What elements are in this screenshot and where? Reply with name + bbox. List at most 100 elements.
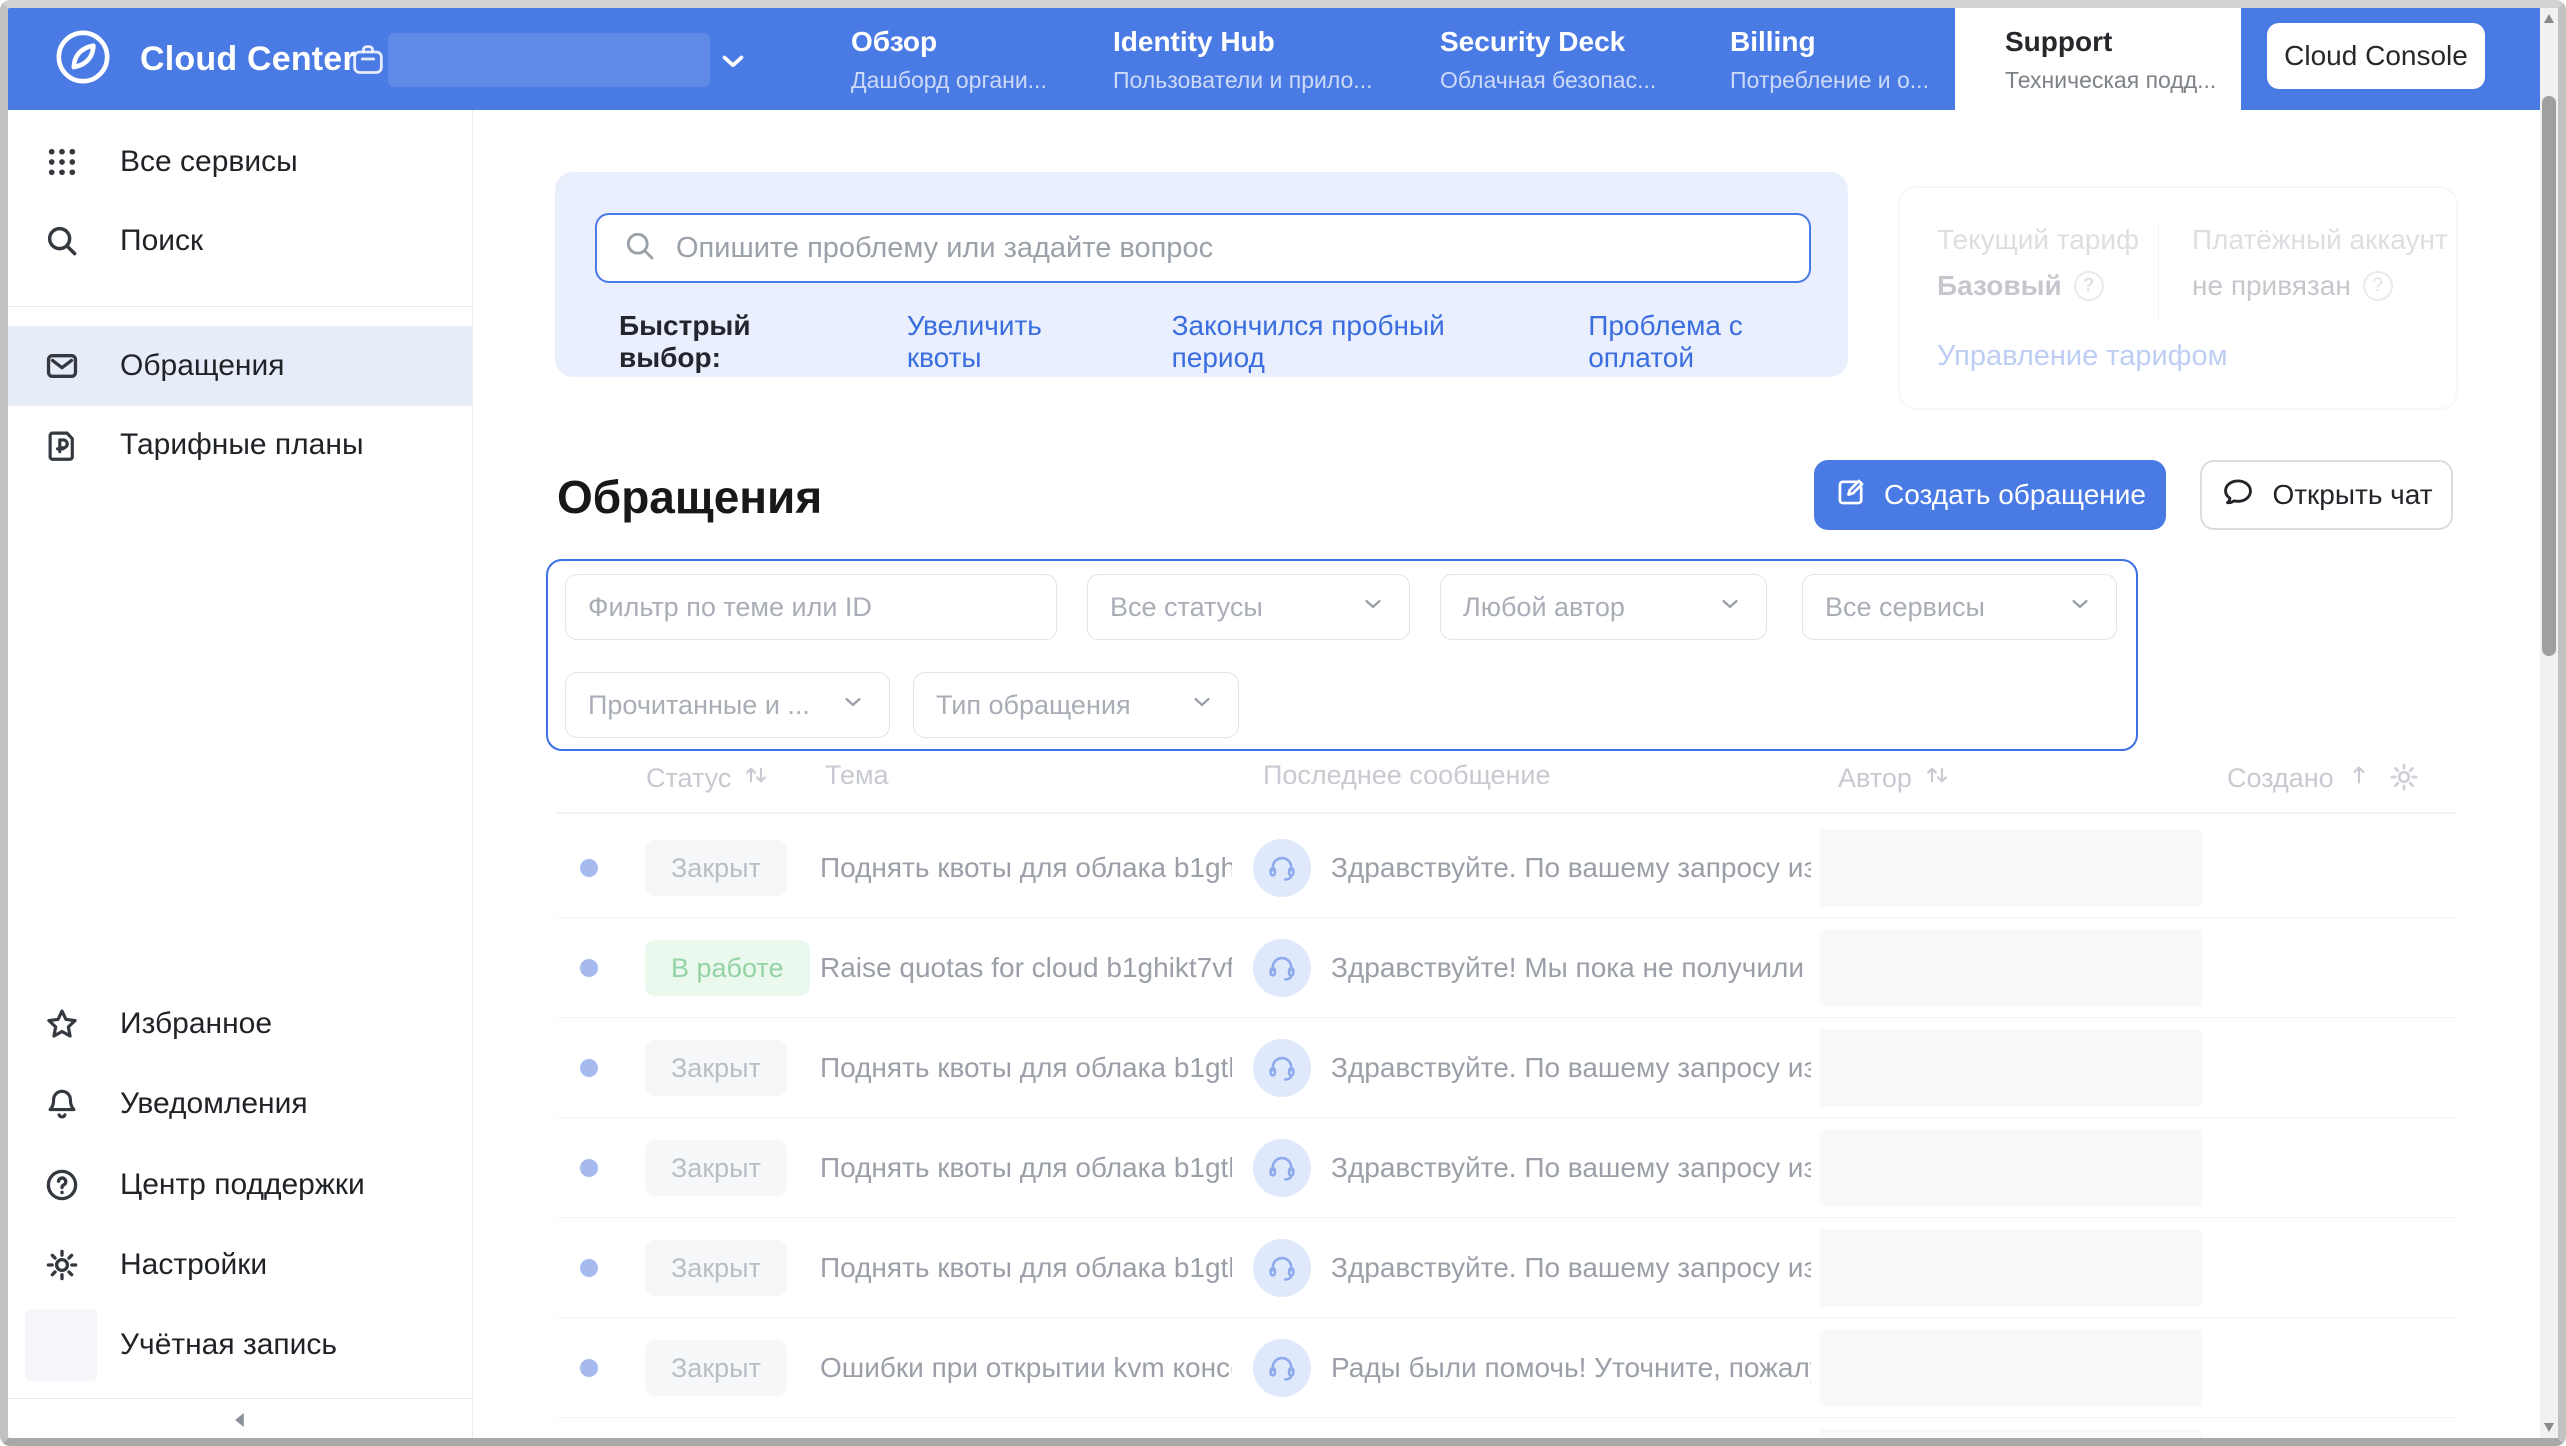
quick-choice-label: Быстрый выбор: [619, 310, 853, 374]
author-redacted-block [1820, 929, 2203, 1007]
filter-topic-input[interactable] [588, 592, 1034, 623]
cloud-logo-icon [54, 28, 112, 91]
sort-icon[interactable] [1922, 760, 1952, 797]
table-row[interactable]: Закрыт Ошибки при открытии kvm консол Ра… [473, 1318, 2540, 1418]
support-headset-avatar [1253, 1139, 1311, 1197]
sidebar-item-all-services[interactable]: Все сервисы [8, 122, 472, 202]
sidebar-item-favorites[interactable]: Избранное [8, 984, 472, 1064]
cloud-center-window: Cloud Center Обзор Дашборд органи... Ide… [0, 0, 2566, 1446]
chevron-down-icon [1359, 590, 1387, 625]
chevron-down-icon[interactable] [716, 44, 750, 83]
filter-type-select[interactable]: Тип обращения [913, 672, 1239, 738]
brand[interactable]: Cloud Center [54, 29, 356, 89]
ticket-last-message: Рады были помочь! Уточните, пожалуй [1331, 1352, 1811, 1384]
help-circle-icon[interactable]: ? [2363, 271, 2393, 301]
table-row[interactable] [473, 1418, 2540, 1438]
status-badge: В работе [645, 940, 810, 996]
filter-status-select[interactable]: Все статусы [1087, 574, 1410, 640]
table-row[interactable]: Закрыт Поднять квоты для облака b1gtl2k … [473, 1018, 2540, 1118]
mail-icon [42, 347, 82, 385]
sidebar-item-tariff-plans[interactable]: Тарифные планы [8, 405, 472, 485]
tickets-rows: Закрыт Поднять квоты для облака b1ghikt … [473, 818, 2540, 1438]
column-last-message[interactable]: Последнее сообщение [1263, 760, 1551, 791]
scroll-down-arrow-icon[interactable] [2544, 1423, 2554, 1432]
sidebar-divider-bottom [8, 1398, 472, 1399]
table-header-divider [557, 812, 2457, 814]
ticket-topic: Поднять квоты для облака b1gtl2k [820, 1252, 1232, 1284]
search-icon [622, 228, 658, 269]
ticket-last-message: Здравствуйте. По вашему запросу изме [1331, 1152, 1811, 1184]
search-icon [42, 222, 82, 260]
ticket-last-message: Здравствуйте. По вашему запросу изме [1331, 1252, 1811, 1284]
tab-support-active[interactable]: Support Техническая подд... [1955, 8, 2241, 110]
column-status[interactable]: Статус [646, 760, 771, 797]
ticket-topic: Ошибки при открытии kvm консол [820, 1352, 1232, 1384]
support-headset-avatar [1253, 1239, 1311, 1297]
cloud-console-button[interactable]: Cloud Console [2267, 23, 2485, 89]
vertical-scrollbar[interactable] [2540, 8, 2558, 1438]
sidebar-item-support-center[interactable]: Центр поддержки [8, 1145, 472, 1225]
sidebar-item-tickets[interactable]: Обращения [8, 326, 472, 406]
chat-bubble-icon [2220, 474, 2256, 517]
tab-billing[interactable]: Billing Потребление и о... [1730, 8, 1929, 110]
ticket-last-message: Здравствуйте. По вашему запросу изме [1331, 1052, 1811, 1084]
status-badge: Закрыт [645, 1340, 787, 1396]
unread-dot-icon [580, 859, 598, 877]
help-circle-icon [42, 1166, 82, 1204]
organization-name-redacted[interactable] [388, 33, 710, 87]
create-ticket-button[interactable]: Создать обращение [1814, 460, 2166, 530]
tariff-card: Текущий тариф Базовый ? Платёжный аккаун… [1898, 186, 2458, 410]
status-badge: Закрыт [645, 1140, 787, 1196]
sidebar-item-notifications[interactable]: Уведомления [8, 1064, 472, 1144]
tickets-table-header: Статус Тема Последнее сообщение Автор [473, 760, 2540, 800]
sidebar-item-settings[interactable]: Настройки [8, 1225, 472, 1305]
sort-icon[interactable] [741, 760, 771, 797]
tariff-doc-icon [42, 426, 82, 464]
support-search-box[interactable] [595, 213, 1811, 283]
column-created[interactable]: Создано [2227, 760, 2374, 797]
support-search-input[interactable] [676, 232, 1809, 265]
tab-security-deck[interactable]: Security Deck Облачная безопас... [1440, 8, 1656, 110]
chevron-down-icon [1716, 590, 1744, 625]
column-topic[interactable]: Тема [825, 760, 889, 791]
briefcase-icon [348, 40, 388, 85]
unread-dot-icon [580, 1259, 598, 1277]
filter-read-select[interactable]: Прочитанные и ... [565, 672, 890, 738]
help-circle-icon[interactable]: ? [2074, 271, 2104, 301]
column-author[interactable]: Автор [1838, 760, 1952, 797]
tab-identity-hub[interactable]: Identity Hub Пользователи и прило... [1113, 8, 1372, 110]
sidebar-item-search[interactable]: Поиск [8, 201, 472, 281]
manage-tariff-link[interactable]: Управление тарифом [1937, 340, 2228, 373]
top-header: Cloud Center Обзор Дашборд органи... Ide… [8, 8, 2540, 110]
filter-author-select[interactable]: Любой автор [1440, 574, 1767, 640]
brand-name: Cloud Center [140, 40, 356, 79]
filter-topic-field[interactable] [565, 574, 1057, 640]
table-row[interactable]: Закрыт Поднять квоты для облака b1gtl2k … [473, 1118, 2540, 1218]
sidebar-item-account[interactable]: Учётная запись [8, 1305, 472, 1385]
sidebar-divider [8, 306, 472, 307]
pencil-square-icon [1834, 475, 1868, 516]
billing-account-block: Платёжный аккаунт не привязан ? [2192, 224, 2448, 302]
chevron-down-icon [1188, 688, 1216, 723]
author-redacted-block [1820, 1129, 2203, 1207]
ticket-topic: Raise quotas for cloud b1ghikt7vfc [820, 952, 1232, 984]
quick-link-payment[interactable]: Проблема с оплатой [1588, 310, 1848, 374]
ticket-topic: Поднять квоты для облака b1gtl2k [820, 1152, 1232, 1184]
scroll-up-arrow-icon[interactable] [2544, 14, 2554, 23]
quick-link-quotas[interactable]: Увеличить квоты [907, 310, 1118, 374]
open-chat-button[interactable]: Открыть чат [2200, 460, 2453, 530]
filter-service-select[interactable]: Все сервисы [1802, 574, 2117, 640]
support-headset-avatar [1253, 1039, 1311, 1097]
table-row[interactable]: В работе Raise quotas for cloud b1ghikt7… [473, 918, 2540, 1018]
support-headset-avatar [1253, 839, 1311, 897]
collapse-sidebar-icon[interactable] [227, 1407, 253, 1438]
tab-overview[interactable]: Обзор Дашборд органи... [851, 8, 1047, 110]
table-settings-gear-icon[interactable] [2387, 760, 2421, 794]
table-row[interactable]: Закрыт Поднять квоты для облака b1ghikt … [473, 818, 2540, 918]
scrollbar-thumb[interactable] [2542, 96, 2556, 656]
star-icon [42, 1005, 82, 1043]
sort-asc-icon[interactable] [2344, 760, 2374, 797]
quick-link-trial[interactable]: Закончился пробный период [1172, 310, 1535, 374]
table-row[interactable]: Закрыт Поднять квоты для облака b1gtl2k … [473, 1218, 2540, 1318]
author-redacted-block [1820, 1229, 2203, 1307]
